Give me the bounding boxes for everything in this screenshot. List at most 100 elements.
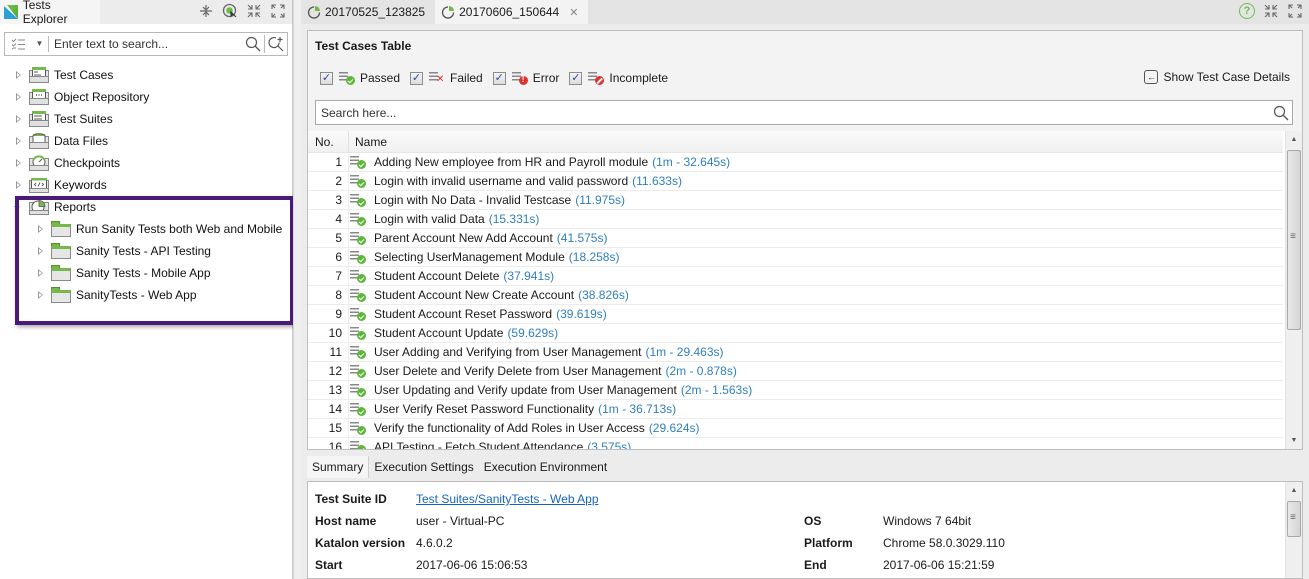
summary-field: Test Suite ID Test Suites/SanityTests - … [315,488,599,510]
tree-item-label: Data Files [54,134,109,148]
table-row[interactable]: 15 Verify the functionality of Add Roles … [308,418,1283,438]
expand-arrow-icon[interactable] [35,246,45,256]
table-row[interactable]: 2 Login with invalid username and valid p… [308,171,1283,191]
tree-item-label: Sanity Tests - Mobile App [76,266,211,280]
expand-arrow-icon[interactable] [35,224,45,234]
link-with-editor-icon[interactable] [222,3,238,19]
collapse-all-icon[interactable] [198,3,214,19]
scroll-up-icon[interactable]: ▲ [1286,482,1302,499]
tab-summary[interactable]: Summary [307,456,370,478]
maximize-icon[interactable] [1287,3,1303,19]
katalon-logo-icon [4,5,18,19]
table-row[interactable]: 8 Student Account New Create Account (38.8… [308,285,1283,305]
expand-arrow-icon[interactable] [13,70,23,80]
tree-item-object-repository[interactable]: Object Repository [0,86,292,108]
table-row[interactable]: 10 Student Account Update (59.629s) [308,323,1283,343]
tree-item-report-folder[interactable]: SanityTests - Web App [0,284,292,306]
tree-item-checkpoints[interactable]: Checkpoints [0,152,292,174]
tree-item-test-cases[interactable]: Test Cases [0,64,292,86]
scroll-up-icon[interactable]: ▲ [1286,131,1302,148]
maximize-icon[interactable] [270,3,286,19]
test-case-duration: (11.975s) [575,193,626,207]
test-cases-icon [29,67,49,83]
test-case-duration: (2m - 0.878s) [665,364,737,378]
table-row[interactable]: 9 Student Account Reset Password (39.619s) [308,304,1283,324]
row-number: 7 [308,266,349,286]
table-row[interactable]: 13 User Updating and Verify update from U… [308,380,1283,400]
passed-status-icon [350,193,366,207]
filter-passed-checkbox[interactable] [320,71,333,85]
table-row[interactable]: 14 User Verify Reset Password Functionali… [308,399,1283,419]
tree-item-report-folder[interactable]: Run Sanity Tests both Web and Mobile [0,218,292,240]
expand-arrow-icon[interactable] [35,268,45,278]
expand-arrow-icon[interactable] [13,114,23,124]
filter-incomplete-checkbox[interactable] [569,71,583,85]
test-case-name: User Updating and Verify update from Use… [374,383,677,397]
table-row[interactable]: 4 Login with valid Data (15.331s) [308,209,1283,229]
tab-report-20170525[interactable]: 20170525_123825 [301,0,435,24]
test-suite-id-link[interactable]: Test Suites/SanityTests - Web App [416,492,599,506]
column-header-no[interactable]: No. [308,131,349,153]
tree-item-report-folder[interactable]: Sanity Tests - Mobile App [0,262,292,284]
test-case-name: User Adding and Verifying from User Mana… [374,345,642,359]
tab-execution-environment[interactable]: Execution Environment [479,456,612,478]
tree-item-label: Keywords [54,178,107,192]
minimize-icon[interactable] [246,3,262,19]
expand-arrow-icon[interactable] [13,136,23,146]
scroll-down-icon[interactable]: ▼ [1286,432,1302,449]
show-test-case-details-button[interactable]: ← Show Test Case Details [1144,70,1290,84]
summary-scrollbar[interactable]: ▲ [1285,482,1302,578]
search-icon[interactable] [1270,105,1292,121]
minimize-icon[interactable] [1263,3,1279,19]
tree-item-reports[interactable]: Reports [0,196,292,218]
explorer-search-input[interactable] [49,37,242,51]
tree-item-keywords[interactable]: Keywords [0,174,292,196]
filter-error-checkbox[interactable] [492,71,506,85]
field-label: Start [315,558,343,572]
expand-arrow-icon[interactable] [13,92,23,102]
tree-item-data-files[interactable]: Data Files [0,130,292,152]
expand-arrow-icon[interactable] [13,180,23,190]
test-case-duration: (59.629s) [507,326,559,340]
tab-report-20170606[interactable]: 20170606_150644 ✕ [435,0,589,24]
tests-explorer-tab[interactable]: Tests Explorer [0,0,100,26]
test-case-duration: (39.619s) [556,307,607,321]
table-row[interactable]: 7 Student Account Delete (37.941s) [308,266,1283,286]
table-row[interactable]: 6 Selecting UserManagement Module (18.258s… [308,247,1283,267]
row-number: 11 [308,342,349,362]
expand-arrow-icon[interactable] [35,290,45,300]
tree-item-label: Run Sanity Tests both Web and Mobile [76,222,283,236]
filter-failed-checkbox[interactable] [410,71,424,85]
table-row[interactable]: 11 User Adding and Verifying from User Ma… [308,342,1283,362]
expand-arrow-icon[interactable] [13,158,23,168]
table-row[interactable]: 3 Login with No Data - Invalid Testcase (1… [308,190,1283,210]
tree-item-test-suites[interactable]: Test Suites [0,108,292,130]
table-row[interactable]: 12 User Delete and Verify Delete from Use… [308,361,1283,381]
filter-list-icon[interactable] [5,33,31,55]
row-number: 8 [308,285,349,305]
close-tab-icon[interactable]: ✕ [569,6,578,19]
tab-execution-settings[interactable]: Execution Settings [369,456,478,478]
scroll-thumb[interactable] [1287,501,1301,537]
passed-status-icon [350,269,366,283]
section-title: Test Cases Table [315,39,412,53]
table-row[interactable]: 5 Parent Account New Add Account (41.575s) [308,228,1283,248]
test-case-search-input[interactable] [316,105,1270,120]
collapse-arrow-icon[interactable] [13,202,23,212]
passed-status-icon [350,364,366,378]
report-tab-icon [307,6,321,19]
tree-item-report-folder[interactable]: Sanity Tests - API Testing [0,240,292,262]
table-scrollbar[interactable]: ▲ ▼ [1285,131,1302,449]
table-row[interactable]: 1 Adding New employee from HR and Payroll… [308,152,1283,172]
scroll-thumb[interactable] [1287,150,1301,330]
test-case-name: Student Account Update [374,326,504,340]
test-case-duration: (1m - 36.713s) [598,402,677,416]
passed-status-icon [350,288,366,302]
table-row[interactable]: 16 API Testing - Fetch Student Attendance… [308,437,1283,449]
test-case-name: Login with valid Data [374,212,485,226]
filter-dropdown-icon[interactable]: ▼ [31,36,49,52]
help-icon[interactable]: ? [1239,3,1255,19]
advanced-search-icon[interactable] [265,33,287,55]
search-icon[interactable] [242,33,264,55]
column-header-name[interactable]: Name [349,135,387,149]
